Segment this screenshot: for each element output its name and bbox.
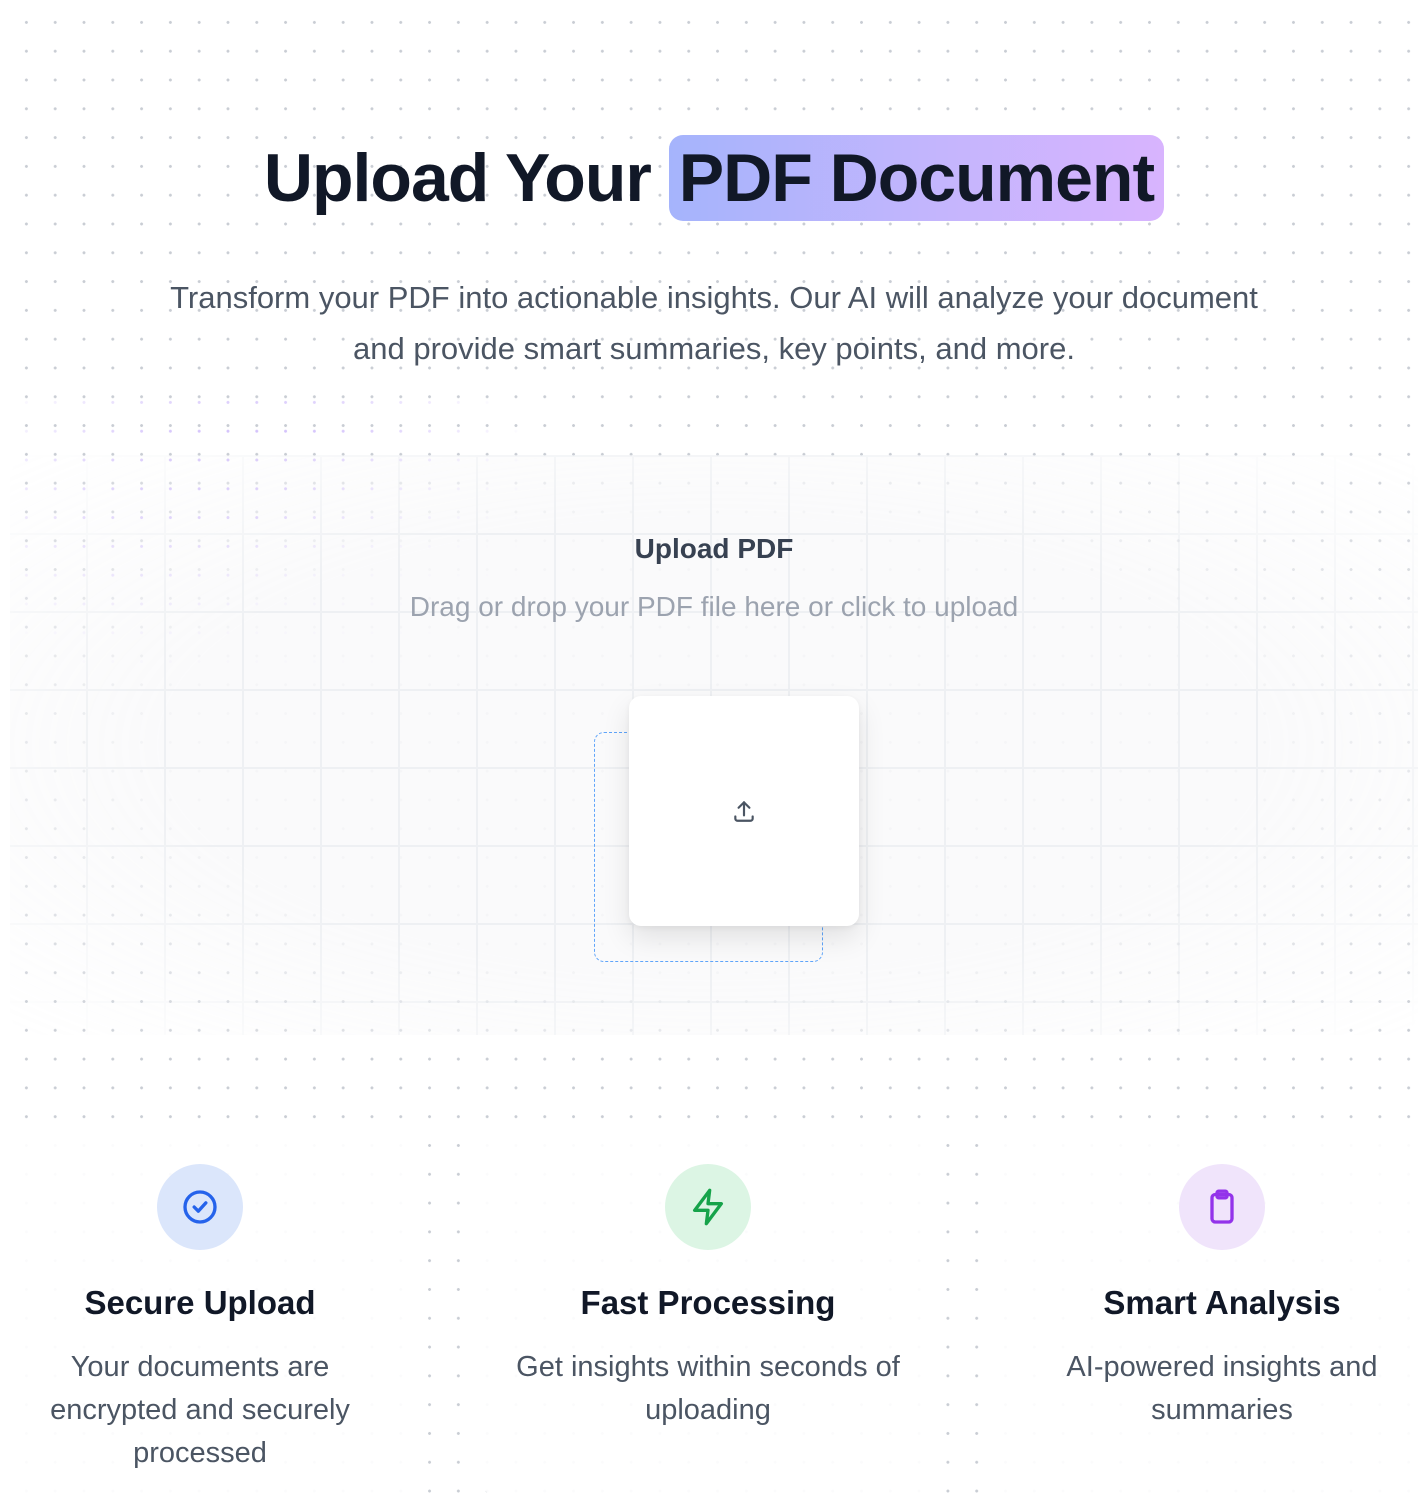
clipboard-icon: [1210, 1189, 1234, 1224]
feature-card-secure-upload: Secure Upload Your documents are encrypt…: [0, 1120, 425, 1498]
feature-description: Your documents are encrypted and securel…: [50, 1351, 350, 1469]
feature-title: Secure Upload: [84, 1284, 316, 1321]
feature-title: Fast Processing: [580, 1284, 836, 1321]
subtitle-line-1: Transform your PDF into actionable insig…: [170, 280, 1258, 315]
page-title: Upload Your PDF Document: [0, 132, 1428, 224]
page-subtitle: Transform your PDF into actionable insig…: [100, 272, 1328, 374]
upload-heading: Upload PDF: [634, 533, 794, 564]
feature-icon-bg: [665, 1164, 751, 1250]
feature-title: Smart Analysis: [1103, 1284, 1341, 1321]
features-section: Secure Upload Your documents are encrypt…: [0, 1120, 1428, 1498]
upload-button[interactable]: [629, 696, 859, 926]
feature-card-smart-analysis: Smart Analysis AI-powered insights and s…: [997, 1120, 1428, 1498]
feature-description: AI-powered insights and summaries: [1066, 1351, 1378, 1426]
page-title-plain: Upload Your: [263, 140, 652, 216]
page-title-highlight: PDF Document: [668, 135, 1165, 221]
check-circle-icon: [183, 1190, 217, 1224]
feature-icon-bg: [157, 1164, 243, 1250]
upload-icon: [734, 801, 754, 822]
lightning-bolt-icon: [693, 1188, 723, 1226]
feature-card-fast-processing: Fast Processing Get insights within seco…: [483, 1120, 933, 1498]
subtitle-line-2: and provide smart summaries, key points,…: [353, 331, 1075, 366]
feature-icon-bg: [1179, 1164, 1265, 1250]
feature-description: Get insights within seconds of uploading: [516, 1351, 900, 1426]
upload-hint: Drag or drop your PDF file here or click…: [409, 591, 1019, 622]
